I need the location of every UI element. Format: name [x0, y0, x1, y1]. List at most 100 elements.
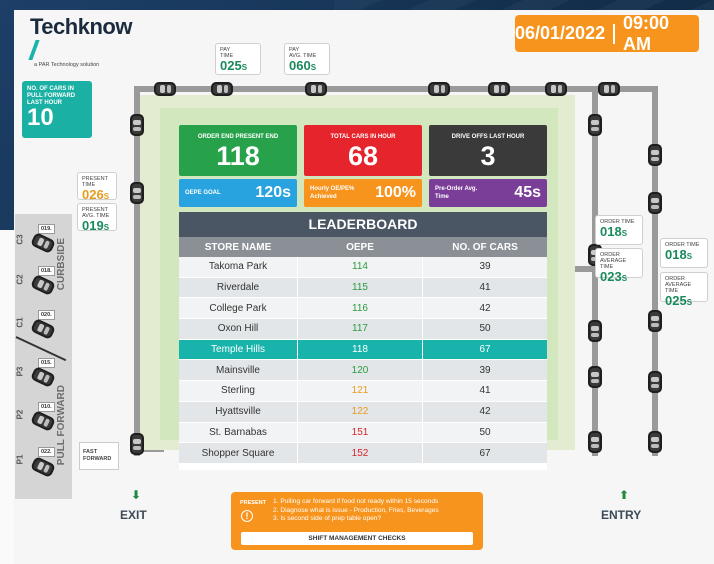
table-row: Takoma Park 114 39: [179, 257, 547, 278]
col-no-of-cars: NO. OF CARS: [452, 241, 518, 253]
col-oepe: OEPE: [346, 241, 374, 253]
order-end-label: ORDER END PRESENT END: [197, 134, 279, 140]
oepe-goal-tile: OEPE GOAL 120s: [179, 179, 297, 207]
slot-tag-c3: 019.: [38, 224, 55, 234]
car-icon: [305, 82, 327, 96]
store-name-cell: Mainsville: [216, 364, 260, 376]
order-avg-box-2: ORDER AVERAGE TIME 025s: [660, 272, 708, 308]
cars-cell: 67: [479, 344, 491, 356]
store-name-cell: Riverdale: [216, 282, 260, 294]
order-time-box: ORDER TIME 018s: [595, 215, 643, 245]
car-icon: [648, 144, 662, 166]
brand-name: Techknow: [30, 14, 132, 39]
slot-id-c1: C1: [15, 317, 25, 328]
present-avg-box: PRESENT AVG. TIME 019s: [77, 203, 117, 233]
store-name-cell: Oxon Hill: [217, 323, 259, 335]
pay-avg-value: 060s: [289, 58, 317, 73]
store-name-cell: Sterling: [221, 385, 255, 397]
present-time-box: PRESENT TIME 026s: [77, 172, 117, 202]
oepe-cell: 116: [297, 298, 423, 319]
leaderboard: LEADERBOARD STORE NAME OEPE NO. OF CARS …: [179, 212, 547, 470]
cars-cell: 39: [479, 364, 491, 376]
slot-tag-c1: 020.: [38, 310, 55, 320]
car-icon: [648, 431, 662, 453]
car-icon: [545, 82, 567, 96]
drive-offs-value: 3: [480, 141, 496, 171]
date-label: 06/01/2022: [515, 23, 606, 43]
table-row: College Park 116 42: [179, 298, 547, 320]
pull-forward-value: 10: [27, 104, 54, 131]
order-time-box-2: ORDER TIME 018s: [660, 238, 708, 268]
store-name-cell: Shopper Square: [201, 447, 275, 459]
shift-management-checks-button[interactable]: SHIFT MANAGEMENT CHECKS: [241, 532, 473, 545]
present-time-value: 026s: [82, 187, 110, 202]
preorder-value: 45s: [514, 184, 541, 201]
present-tag: PRESENT: [240, 500, 266, 506]
oepe-cell: 118: [297, 339, 423, 360]
hourly-value: 100%: [375, 184, 416, 201]
car-icon: [154, 82, 176, 96]
oepe-cell: 114: [297, 257, 423, 277]
order-end-tile: ORDER END PRESENT END 118: [179, 125, 297, 176]
preorder-label: Pre-Order Avg. Time: [435, 186, 478, 200]
oepe-cell: 120: [297, 360, 423, 381]
order-time-value: 018s: [600, 224, 628, 239]
car-icon: [648, 192, 662, 214]
slot-id-c2: C2: [15, 274, 25, 285]
oepe-cell: 151: [297, 422, 423, 443]
order-time-value-2: 018s: [665, 247, 693, 262]
info-icon: !: [241, 510, 253, 522]
pay-avg-box: PAY AVG. TIME 060s: [284, 43, 330, 75]
order-avg-value-2: 025s: [665, 293, 693, 308]
oepe-goal-value: 120s: [255, 184, 291, 201]
order-avg-label: ORDER AVERAGE TIME: [600, 252, 627, 270]
leaderboard-title: LEADERBOARD: [179, 212, 547, 237]
total-cars-label: TOTAL CARS IN HOUR: [330, 134, 396, 140]
drive-offs-label: DRIVE OFFS LAST HOUR: [451, 134, 525, 140]
oepe-cell: 121: [297, 381, 423, 401]
cars-cell: 50: [479, 426, 491, 438]
car-icon: [428, 82, 450, 96]
slot-id-p3: P3: [15, 366, 25, 377]
pull-forward-count-box: NO. OF CARS IN PULL FORWARD LAST HOUR 10: [22, 81, 92, 138]
table-row: St. Barnabas 151 50: [179, 422, 547, 444]
hourly-tile: Hourly OE/PE% Achieved 100%: [304, 179, 422, 207]
cars-cell: 41: [479, 282, 491, 294]
order-avg-label-2: ORDER AVERAGE TIME: [665, 276, 692, 294]
table-row: Temple Hills 118 67: [179, 339, 547, 361]
car-icon: [588, 114, 602, 136]
oepe-cell: 115: [297, 277, 423, 298]
car-icon: [130, 114, 144, 136]
store-name-cell: Takoma Park: [208, 261, 268, 273]
entry-arrow-icon: ⬆: [619, 488, 630, 502]
store-name-cell: Temple Hills: [211, 344, 265, 356]
entry-label: ENTRY: [601, 508, 642, 522]
oepe-cell: 117: [297, 319, 423, 339]
car-icon: [588, 431, 602, 453]
datetime-banner: 06/01/2022 09:00 AM: [515, 13, 699, 54]
exit-arrow-icon: ⬇: [131, 488, 142, 502]
car-icon: [648, 310, 662, 332]
exit-label: EXIT: [120, 508, 147, 522]
present-line-1: 1. Pulling car forward if food not ready…: [273, 498, 439, 505]
present-line-2: 2. Diagnose what is issue - Production, …: [273, 506, 439, 514]
cars-cell: 42: [479, 302, 491, 314]
leaderboard-rows: Takoma Park 114 39 Riverdale 115 41 College Pa…: [179, 257, 547, 464]
hourly-label: Hourly OE/PE% Achieved: [310, 186, 355, 200]
pull-forward-lane-label: PULL FORWARD: [56, 385, 67, 466]
total-cars-tile: TOTAL CARS IN HOUR 68: [304, 125, 422, 176]
store-name-cell: Hyattsville: [215, 406, 261, 418]
table-row: Shopper Square 152 67: [179, 443, 547, 464]
present-instructions-panel: PRESENT ! 1. Pulling car forward if food…: [231, 492, 483, 550]
cars-cell: 67: [479, 447, 491, 459]
car-icon: [488, 82, 510, 96]
cars-cell: 39: [479, 261, 491, 273]
table-row: Riverdale 115 41: [179, 277, 547, 299]
pay-time-value: 025s: [220, 58, 248, 73]
slot-tag-p1: 022.: [38, 447, 55, 457]
pay-time-box: PAY TIME 025s: [215, 43, 261, 75]
preorder-tile: Pre-Order Avg. Time 45s: [429, 179, 547, 207]
slot-tag-p2: 010.: [38, 402, 55, 412]
road-outer-right: [652, 86, 658, 456]
techknow-logo: Techknow a PAR Technology solution: [28, 14, 132, 68]
